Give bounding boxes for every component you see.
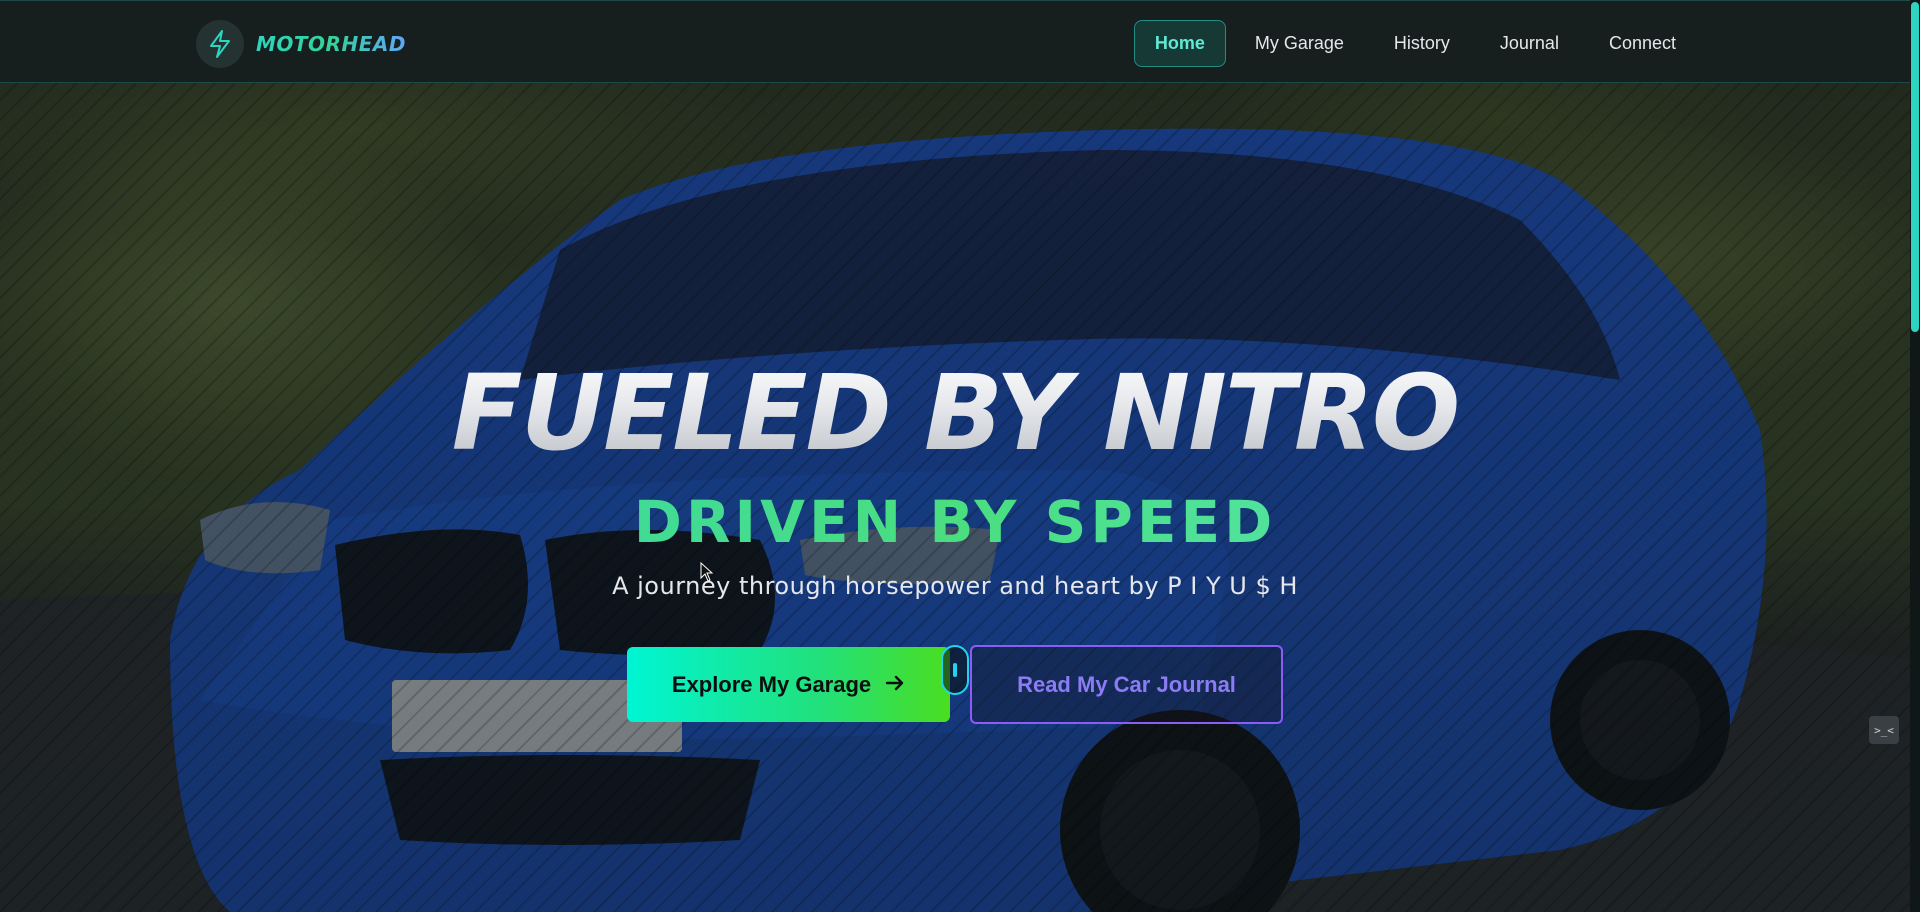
nav-item-my-garage[interactable]: My Garage bbox=[1234, 20, 1365, 67]
read-journal-label: Read My Car Journal bbox=[1017, 671, 1236, 697]
nav-item-history[interactable]: History bbox=[1373, 20, 1471, 67]
explore-garage-button[interactable]: Explore My Garage bbox=[627, 647, 950, 722]
nav-item-connect[interactable]: Connect bbox=[1588, 20, 1697, 67]
hero-subtitle: DRIVEN BY SPEED bbox=[0, 488, 1910, 556]
mouse-cursor-icon bbox=[700, 562, 714, 582]
hero-title: FUELED BY NITRO bbox=[0, 352, 1910, 474]
devtools-toggle-button[interactable]: >_< bbox=[1869, 716, 1899, 744]
scrollbar-thumb[interactable] bbox=[1911, 2, 1919, 332]
nav-item-home[interactable]: Home bbox=[1133, 20, 1226, 67]
scrollbar[interactable] bbox=[1910, 0, 1920, 912]
nav-item-journal[interactable]: Journal bbox=[1479, 20, 1580, 67]
explore-garage-label: Explore My Garage bbox=[671, 671, 872, 697]
page: MOTORHEAD Home My Garage History Journal… bbox=[0, 0, 1920, 912]
arrow-right-icon bbox=[885, 672, 905, 698]
brand-logo[interactable]: MOTORHEAD bbox=[196, 20, 406, 68]
brand-name: MOTORHEAD bbox=[256, 32, 406, 56]
main-nav: Home My Garage History Journal Connect bbox=[1133, 20, 1697, 67]
hero-tagline: A journey through horsepower and heart b… bbox=[612, 572, 1298, 600]
scroll-handle-icon[interactable] bbox=[941, 645, 969, 695]
navbar: MOTORHEAD Home My Garage History Journal… bbox=[0, 0, 1910, 83]
read-journal-button[interactable]: Read My Car Journal bbox=[970, 645, 1283, 724]
lightning-bolt-icon bbox=[196, 20, 244, 68]
